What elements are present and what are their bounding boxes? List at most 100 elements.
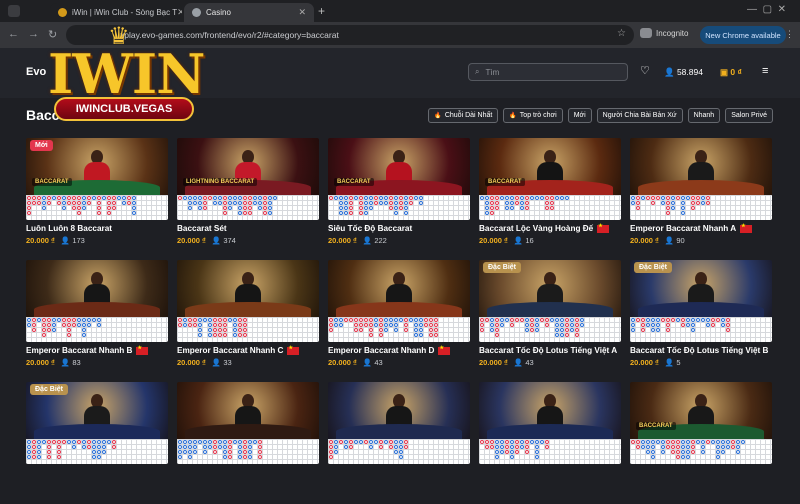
browser-tab-casino[interactable]: Casino ✕ [184, 3, 314, 22]
game-thumbnail[interactable]: BACCARAT Mới [26, 138, 168, 220]
game-card[interactable]: Emperor Baccarat Nhanh C 20.000 ₫ 👤 33 [177, 260, 319, 382]
user-icon: 👤 [664, 236, 675, 245]
game-card[interactable]: BACCARAT Baccarat Lộc Vàng Hoàng Đế 20.000… [479, 138, 621, 260]
filter-chip-label: Salon Privé [731, 112, 767, 119]
game-card[interactable] [479, 382, 621, 504]
bead-road-scoreboard [26, 317, 168, 342]
game-thumbnail[interactable]: BACCARAT [479, 138, 621, 220]
logo-ribbon: IWINCLUB.VEGAS [54, 97, 194, 121]
bead-road-scoreboard [479, 439, 621, 464]
game-card[interactable]: Emperor Baccarat Nhanh A 20.000 ₫ 👤 90 [630, 138, 772, 260]
user-icon: 👤 [211, 358, 222, 367]
game-card[interactable] [328, 382, 470, 504]
filter-chip-label: Top trò chơi [519, 112, 557, 119]
china-flag-icon [597, 223, 610, 233]
players-count: 58.894 [676, 67, 703, 77]
game-title[interactable]: Luôn Luôn 8 Baccarat [26, 224, 112, 233]
game-card[interactable]: BACCARAT Siêu Tốc Độ Baccarat 20.000 ₫ 👤 22… [328, 138, 470, 260]
game-thumbnail[interactable] [328, 260, 470, 342]
game-title[interactable]: Siêu Tốc Độ Baccarat [328, 224, 412, 233]
game-title[interactable]: Emperor Baccarat Nhanh D [328, 345, 451, 355]
min-bet: 20.000 ₫ [177, 358, 206, 367]
game-meta: 20.000 ₫ 👤 173 [26, 236, 85, 245]
tab-search-icon[interactable] [8, 5, 20, 17]
new-badge: Mới [30, 140, 53, 151]
min-bet: 20.000 ₫ [26, 236, 55, 245]
game-card[interactable] [177, 382, 319, 504]
game-title[interactable]: Emperor Baccarat Nhanh A [630, 223, 753, 233]
bead-road-scoreboard [177, 195, 319, 220]
hamburger-menu-icon[interactable]: ≡ [762, 65, 768, 77]
game-meta: 20.000 ₫ 👤 374 [177, 236, 236, 245]
iwin-watermark-logo: ♛ IWIN IWINCLUB.VEGAS [48, 22, 206, 126]
user-icon: 👤 [60, 358, 71, 367]
filter-chip[interactable]: Mới [567, 108, 592, 123]
game-thumbnail[interactable]: BACCARAT [328, 138, 470, 220]
game-grid: BACCARAT Mới Luôn Luôn 8 Baccarat 20.000 ₫ 👤… [26, 138, 774, 504]
chrome-menu-icon[interactable]: ⋮ [785, 29, 794, 40]
favorites-heart-icon[interactable]: ♡ [640, 64, 650, 77]
player-count-value: 173 [72, 236, 85, 245]
game-card[interactable]: Emperor Baccarat Nhanh B 20.000 ₫ 👤 83 [26, 260, 168, 382]
bead-road-scoreboard [26, 195, 168, 220]
update-chrome-button[interactable]: New Chrome available [700, 26, 786, 44]
game-title[interactable]: Emperor Baccarat Nhanh B [26, 345, 149, 355]
game-card[interactable]: Đặc Biệt [26, 382, 168, 504]
wallet-balance[interactable]: ▣ 0 ₫ [720, 67, 742, 78]
close-tab-icon[interactable]: ✕ [298, 7, 306, 18]
game-thumbnail[interactable]: Đặc Biệt [479, 260, 621, 342]
game-title-text: Emperor Baccarat Nhanh A [630, 224, 737, 233]
game-thumbnail[interactable] [177, 382, 319, 464]
table-logo-plate: LIGHTNING BACCARAT [183, 178, 258, 186]
game-card[interactable]: LIGHTNING BACCARAT Baccarat Sét 20.000 ₫ 👤 … [177, 138, 319, 260]
search-input[interactable]: ⌕ Tìm [468, 63, 628, 81]
new-tab-button[interactable]: + [318, 4, 325, 18]
game-meta: 20.000 ₫ 👤 83 [26, 358, 81, 367]
game-thumbnail[interactable]: Đặc Biệt [630, 260, 772, 342]
forward-icon[interactable]: → [28, 28, 39, 40]
incognito-indicator[interactable]: Incognito [640, 28, 688, 38]
filter-chip[interactable]: Người Chia Bài Bản Xứ [596, 108, 683, 123]
game-thumbnail[interactable]: LIGHTNING BACCARAT [177, 138, 319, 220]
window-controls[interactable]: — ▢ ✕ [747, 4, 786, 15]
game-card[interactable]: Đặc Biệt Baccarat Tốc Độ Lotus Tiếng Việt… [479, 260, 621, 382]
user-icon: 👤 [513, 358, 524, 367]
game-thumbnail[interactable]: Đặc Biệt [26, 382, 168, 464]
bead-road-scoreboard [177, 317, 319, 342]
browser-tab-iwin[interactable]: iWin | iWin Club - Sòng Bạc T ✕ [50, 3, 182, 22]
evo-logo[interactable]: Evo [26, 66, 46, 78]
game-thumbnail[interactable] [26, 260, 168, 342]
back-icon[interactable]: ← [8, 28, 19, 40]
game-title[interactable]: Baccarat Sét [177, 224, 227, 233]
game-thumbnail[interactable] [630, 138, 772, 220]
game-title[interactable]: Emperor Baccarat Nhanh C [177, 345, 300, 355]
player-count-value: 90 [676, 236, 685, 245]
filter-chip-label: Mới [573, 112, 586, 119]
filter-chip[interactable]: Nhanh [687, 108, 721, 123]
player-count-value: 43 [374, 358, 383, 367]
filter-chips: 🔥 Chuỗi Dài Nhất 🔥 Top trò chơi Mới Người Chi… [428, 108, 773, 123]
min-bet: 20.000 ₫ [630, 236, 659, 245]
game-card[interactable]: BACCARAT Mới Luôn Luôn 8 Baccarat 20.000 ₫ 👤… [26, 138, 168, 260]
game-thumbnail[interactable]: BACCARAT [630, 382, 772, 464]
bookmark-star-icon[interactable]: ☆ [617, 28, 626, 39]
game-title[interactable]: Baccarat Tốc Độ Lotus Tiếng Việt A [479, 346, 617, 355]
min-bet: 20.000 ₫ [630, 358, 659, 367]
filter-chip[interactable]: 🔥 Chuỗi Dài Nhất [428, 108, 499, 123]
game-thumbnail[interactable] [479, 382, 621, 464]
game-card[interactable]: BACCARAT [630, 382, 772, 504]
player-count-value: 83 [72, 358, 81, 367]
game-card[interactable]: Đặc Biệt Baccarat Tốc Độ Lotus Tiếng Việt… [630, 260, 772, 382]
game-title[interactable]: Baccarat Lộc Vàng Hoàng Đế [479, 223, 610, 233]
close-tab-icon[interactable]: ✕ [177, 7, 182, 18]
game-thumbnail[interactable] [328, 382, 470, 464]
filter-chip[interactable]: Salon Privé [725, 108, 773, 123]
filter-chip[interactable]: 🔥 Top trò chơi [503, 108, 563, 123]
player-count-value: 374 [223, 236, 236, 245]
min-bet: 20.000 ₫ [328, 358, 357, 367]
browser-tab-strip: iWin | iWin Club - Sòng Bạc T ✕ Casino ✕… [0, 0, 800, 22]
min-bet: 20.000 ₫ [479, 236, 508, 245]
game-title[interactable]: Baccarat Tốc Độ Lotus Tiếng Việt B [630, 346, 768, 355]
game-thumbnail[interactable] [177, 260, 319, 342]
game-card[interactable]: Emperor Baccarat Nhanh D 20.000 ₫ 👤 43 [328, 260, 470, 382]
